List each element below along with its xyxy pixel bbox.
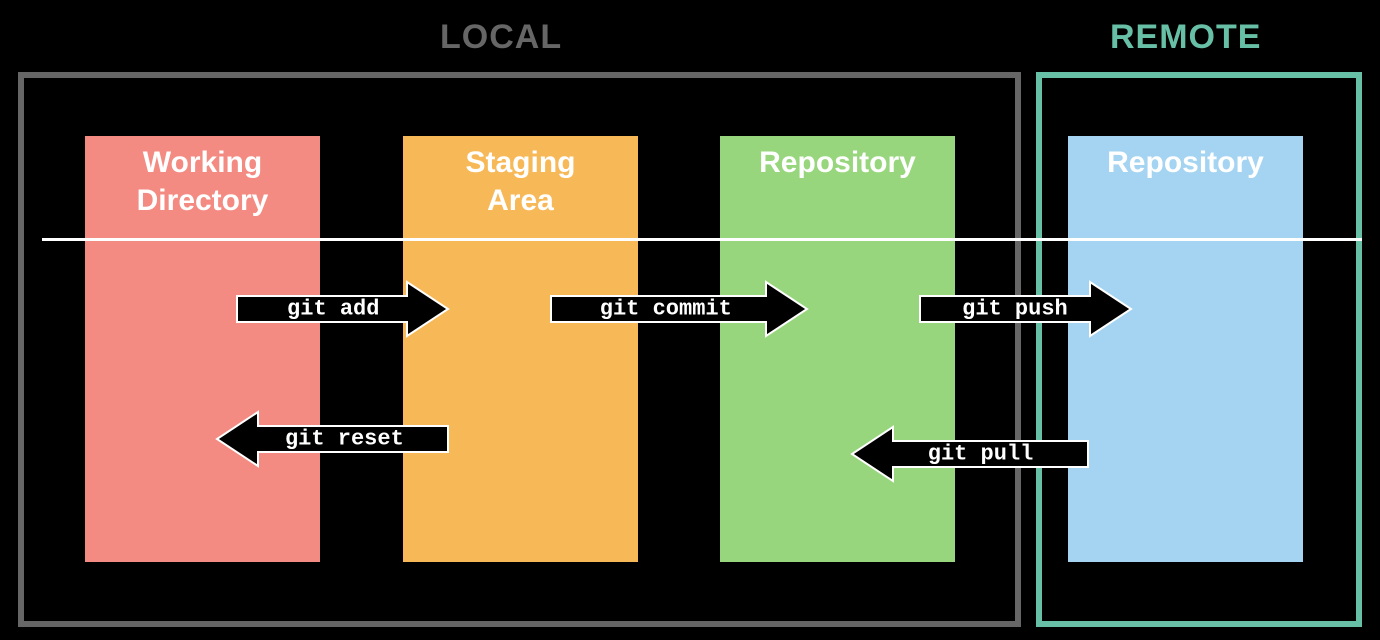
git-push-arrow: git push (918, 280, 1133, 338)
remote-label: REMOTE (1110, 18, 1261, 57)
git-commit-arrow: git commit (549, 280, 809, 338)
git-commit-label: git commit (600, 297, 732, 322)
git-pull-arrow: git pull (850, 425, 1090, 483)
git-pull-label: git pull (928, 442, 1034, 467)
staging-area-column: StagingArea (403, 136, 638, 562)
working-directory-title: WorkingDirectory (85, 144, 320, 219)
git-reset-arrow: git reset (215, 410, 450, 468)
git-reset-label: git reset (285, 427, 404, 452)
horizontal-divider (42, 238, 1362, 241)
remote-repository-title: Repository (1068, 144, 1303, 182)
local-repository-title: Repository (720, 144, 955, 182)
git-add-arrow: git add (235, 280, 450, 338)
working-directory-column: WorkingDirectory (85, 136, 320, 562)
local-repository-column: Repository (720, 136, 955, 562)
staging-area-title: StagingArea (403, 144, 638, 219)
git-add-label: git add (287, 297, 379, 322)
remote-repository-column: Repository (1068, 136, 1303, 562)
local-label: LOCAL (440, 18, 562, 57)
git-push-label: git push (962, 297, 1068, 322)
